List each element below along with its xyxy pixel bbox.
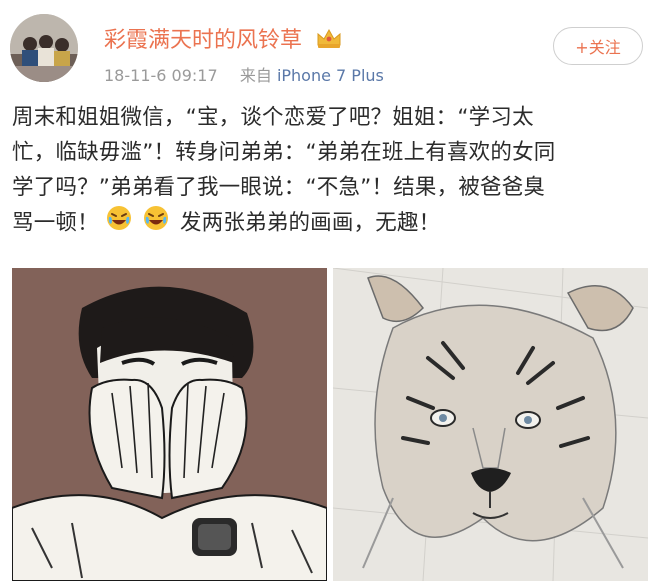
post-timestamp[interactable]: 18-11-6 09:17 <box>104 66 218 85</box>
follow-button-label: +关注 <box>575 38 621 57</box>
username-row[interactable]: 彩霞满天时的风铃草 <box>104 22 343 55</box>
post-text-line-4: 骂一顿！ 发两张弟弟的画画，无趣！ <box>12 205 652 242</box>
post-text: 周末和姐姐微信，“宝，谈个恋爱了吧？姐姐：“学习太 忙，临缺毋滥”！转身问弟弟：… <box>12 100 652 242</box>
source-prefix: 来自 <box>239 66 272 85</box>
avatar[interactable] <box>10 14 78 82</box>
post-text-line: 学了吗？”弟弟看了我一眼说：“不急”！结果，被爸爸臭 <box>12 175 546 200</box>
post-text-line: 周末和姐姐微信，“宝，谈个恋爱了吧？姐姐：“学习太 <box>12 105 534 130</box>
post-text-line4-prefix: 骂一顿！ <box>12 210 99 236</box>
post-text-line4-suffix: 发两张弟弟的画画，无趣！ <box>179 210 441 236</box>
boy-drawing-image[interactable] <box>12 268 327 581</box>
post-text-line: 忙，临缺毋滥”！转身问弟弟：“弟弟在班上有喜欢的女同 <box>12 140 556 165</box>
source-device-link[interactable]: iPhone 7 Plus <box>277 66 384 85</box>
post-header: 彩霞满天时的风铃草 18-11-6 09:17 来自 iPhone 7 Plus… <box>0 0 660 95</box>
crown-badge-icon <box>315 27 343 55</box>
crying-laughing-emoji-icon <box>106 205 132 242</box>
tiger-drawing-image[interactable] <box>333 268 648 581</box>
username[interactable]: 彩霞满天时的风铃草 <box>104 28 302 53</box>
crying-laughing-emoji-icon <box>143 205 169 242</box>
post-meta: 18-11-6 09:17 来自 iPhone 7 Plus <box>104 62 384 86</box>
follow-button[interactable]: +关注 <box>553 27 643 65</box>
